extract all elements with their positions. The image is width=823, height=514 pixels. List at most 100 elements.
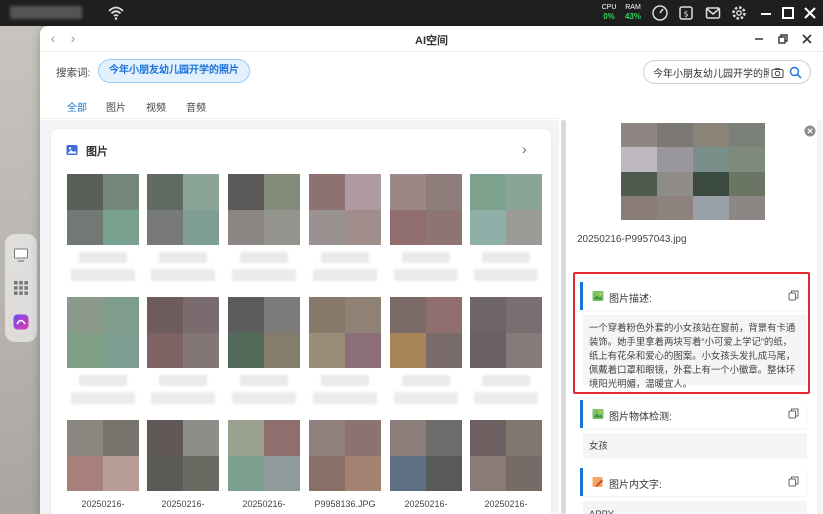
thumbnail-tile [309, 297, 345, 333]
image-thumbnail[interactable] [390, 297, 462, 368]
blurred-caption-line [402, 375, 450, 386]
thumbnail-tile [228, 332, 264, 368]
thumbnail-tile [390, 174, 426, 210]
window-close-icon[interactable] [800, 32, 814, 46]
thumbnail-tile [103, 174, 139, 210]
thumbnail-tile [67, 420, 103, 456]
thumbnail-tile [264, 455, 300, 491]
image-thumbnail[interactable] [67, 174, 139, 245]
thumbnail-tile [147, 174, 183, 210]
thumbnail-tile [264, 174, 300, 210]
thumbnail-tile [470, 209, 506, 245]
thumbnail-tile [228, 209, 264, 245]
image-thumbnail[interactable] [228, 297, 300, 368]
thumbnail-tile [228, 455, 264, 491]
gear-icon[interactable] [730, 4, 748, 22]
image-thumbnail[interactable] [147, 420, 219, 491]
thumbnail-tile [345, 297, 381, 333]
image-thumbnail[interactable] [470, 174, 542, 245]
window-minimize-icon[interactable] [752, 32, 766, 46]
image-thumbnail[interactable] [67, 297, 139, 368]
thumbnail-tile [309, 332, 345, 368]
app-grid-icon[interactable] [13, 280, 29, 296]
preview-tile [729, 171, 765, 196]
clipboard-icon[interactable]: $ [677, 4, 695, 22]
image-thumbnail[interactable] [309, 174, 381, 245]
thumbnail-tile [67, 209, 103, 245]
wifi-icon[interactable] [106, 3, 126, 23]
thumbnail-tile [426, 209, 462, 245]
thumbnail-tile [390, 297, 426, 333]
thumbnail-tile [426, 420, 462, 456]
blurred-caption-line [313, 392, 377, 404]
thumbnail-tile [264, 420, 300, 456]
image-thumbnail[interactable] [470, 297, 542, 368]
edit-image-icon [592, 477, 603, 487]
thumbnail-tile [183, 455, 219, 491]
image-thumbnail[interactable] [147, 174, 219, 245]
monitor-icon[interactable] [13, 247, 29, 263]
tab-audio[interactable]: 音频 [186, 99, 206, 114]
image-text-content: APPY [583, 501, 807, 514]
preview-tile [621, 171, 657, 196]
mail-icon[interactable] [704, 4, 722, 22]
image-thumbnail[interactable] [309, 420, 381, 491]
maximize-icon[interactable] [779, 4, 797, 22]
thumbnail-tile [426, 332, 462, 368]
blurred-caption-line [232, 269, 296, 281]
preview-tile [729, 147, 765, 172]
image-thumbnail[interactable] [470, 420, 542, 491]
close-icon[interactable] [801, 4, 819, 22]
thumbnail-tile [147, 455, 183, 491]
search-icon[interactable] [789, 66, 802, 79]
ram-value: 43% [624, 12, 641, 21]
image-thumbnail[interactable] [309, 297, 381, 368]
search-input[interactable] [653, 65, 769, 80]
tab-images[interactable]: 图片 [106, 99, 126, 114]
highlight-box [573, 272, 810, 394]
image-thumbnail[interactable] [390, 420, 462, 491]
camera-icon[interactable] [771, 66, 784, 79]
object-detection-text: 女孩 [583, 433, 807, 459]
preview-tile [693, 147, 729, 172]
ai-space-app-icon[interactable] [13, 314, 29, 330]
minimize-icon[interactable] [757, 4, 775, 22]
thumbnail-caption: 20250216- [81, 499, 125, 509]
blurred-caption-line [482, 252, 530, 263]
section-expand-chevron[interactable]: › [522, 141, 527, 157]
preview-tile [657, 123, 693, 148]
search-term-chip[interactable]: 今年小朋友幼儿园开学的照片 [98, 59, 250, 83]
tab-all[interactable]: 全部 [67, 99, 87, 122]
image-thumbnail[interactable] [147, 297, 219, 368]
cpu-label: CPU [601, 4, 617, 11]
tab-videos[interactable]: 视频 [146, 99, 166, 114]
speedometer-icon[interactable] [651, 4, 669, 22]
image-results-card: 图片 › 20250216- 20250216- 20250216- P9958136… [51, 129, 551, 514]
thumbnail-tile [470, 332, 506, 368]
thumbnail-tile [67, 455, 103, 491]
thumbnail-caption: 20250216- [161, 499, 205, 509]
blurred-app-name [10, 6, 82, 19]
copy-icon[interactable] [788, 476, 799, 487]
thumbnail-tile [506, 174, 542, 210]
blurred-caption-line [474, 392, 538, 404]
image-preview [621, 123, 765, 220]
window-restore-icon[interactable] [776, 32, 790, 46]
thumbnail-tile [67, 174, 103, 210]
detail-scrollbar[interactable] [817, 120, 822, 514]
preview-tile [657, 147, 693, 172]
blurred-caption-line [159, 252, 207, 263]
thumbnail-tile [470, 174, 506, 210]
image-thumbnail[interactable] [67, 420, 139, 491]
thumbnail-tile [426, 455, 462, 491]
thumbnail-tile [506, 420, 542, 456]
copy-icon[interactable] [788, 408, 799, 419]
close-detail-icon[interactable] [804, 125, 816, 137]
thumbnail-tile [147, 209, 183, 245]
object-detection-title: 图片物体检测: [609, 412, 672, 423]
image-thumbnail[interactable] [228, 174, 300, 245]
image-thumbnail[interactable] [228, 420, 300, 491]
image-thumbnail[interactable] [390, 174, 462, 245]
preview-tile [693, 171, 729, 196]
thumbnail-tile [426, 297, 462, 333]
